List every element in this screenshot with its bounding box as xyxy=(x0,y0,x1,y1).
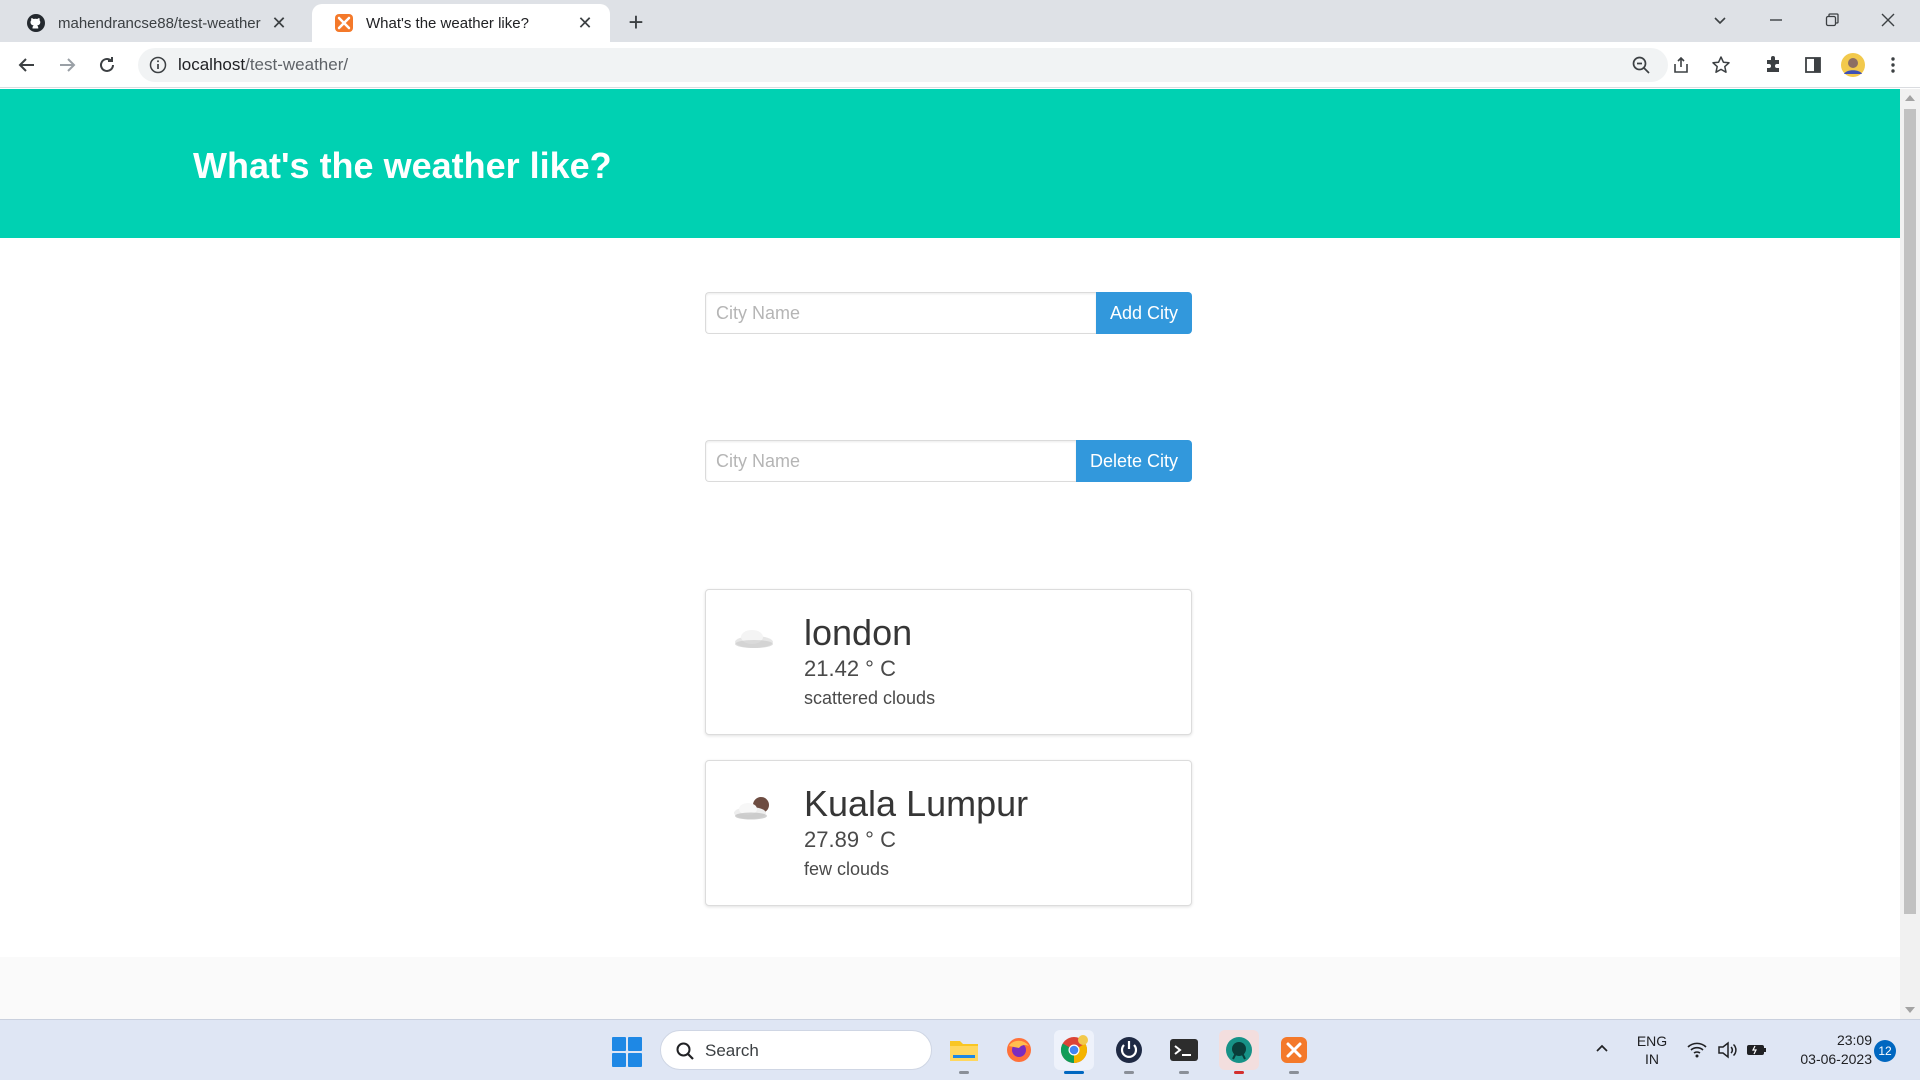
tab-strip: mahendrancse88/test-weather ✕ What's the… xyxy=(0,0,1920,42)
tab-weather[interactable]: What's the weather like? ✕ xyxy=(312,4,610,42)
address-bar[interactable]: localhost/test-weather/ xyxy=(138,48,1668,82)
url-text: localhost/test-weather/ xyxy=(178,55,348,75)
restore-icon[interactable] xyxy=(1804,0,1860,40)
tab-title: mahendrancse88/test-weather xyxy=(58,14,261,32)
volume-icon[interactable] xyxy=(1716,1039,1738,1061)
page-scrollbar[interactable] xyxy=(1900,89,1920,1019)
delete-city-form: Delete City xyxy=(705,440,1192,482)
new-tab-button[interactable]: + xyxy=(622,7,650,37)
search-icon xyxy=(675,1041,695,1061)
bookmark-star-icon[interactable] xyxy=(1708,52,1734,78)
taskbar-search[interactable]: Search xyxy=(660,1030,932,1070)
add-city-input[interactable] xyxy=(705,292,1096,334)
chrome-icon[interactable] xyxy=(1054,1030,1094,1074)
url-host: localhost xyxy=(178,55,246,74)
windows-taskbar: Search ENG IN 23:09 03-06-2023 12 xyxy=(0,1019,1920,1080)
share-icon[interactable] xyxy=(1668,52,1694,78)
delete-city-input[interactable] xyxy=(705,440,1076,482)
power-app-icon[interactable] xyxy=(1109,1030,1149,1074)
page-viewport: What's the weather like? Add City Delete… xyxy=(0,89,1900,1019)
back-arrow-icon[interactable] xyxy=(12,50,42,80)
search-label: Search xyxy=(705,1041,759,1060)
extensions-icon[interactable] xyxy=(1760,52,1786,78)
show-hidden-icons-chevron-icon[interactable] xyxy=(1592,1038,1612,1058)
language-indicator[interactable]: ENG IN xyxy=(1632,1032,1672,1068)
region-code: IN xyxy=(1645,1051,1659,1067)
xampp-icon xyxy=(334,13,354,33)
tab-github[interactable]: mahendrancse88/test-weather ✕ xyxy=(4,4,304,42)
minimize-icon[interactable] xyxy=(1748,0,1804,40)
scroll-down-arrow-icon[interactable] xyxy=(1905,1007,1915,1013)
system-clock[interactable]: 23:09 03-06-2023 xyxy=(1780,1031,1872,1069)
windows-start-icon[interactable] xyxy=(612,1037,642,1067)
city-temperature: 27.89 ° C xyxy=(804,827,896,852)
xampp-taskbar-icon[interactable] xyxy=(1274,1030,1314,1074)
firefox-icon[interactable] xyxy=(999,1030,1039,1070)
hero-header: What's the weather like? xyxy=(0,89,1900,238)
clock-time: 23:09 xyxy=(1836,1032,1872,1048)
scattered-clouds-icon xyxy=(732,620,776,656)
site-info-icon[interactable] xyxy=(148,55,168,75)
add-city-form: Add City xyxy=(705,292,1192,334)
clock-date: 03-06-2023 xyxy=(1800,1051,1872,1067)
add-city-button[interactable]: Add City xyxy=(1095,292,1192,334)
github-icon xyxy=(26,13,46,33)
language-code: ENG xyxy=(1636,1033,1668,1049)
file-explorer-icon[interactable] xyxy=(944,1030,984,1074)
zoom-icon[interactable] xyxy=(1628,52,1654,78)
tab-search-icon[interactable] xyxy=(1692,0,1748,40)
close-tab-icon[interactable]: ✕ xyxy=(574,12,596,34)
few-clouds-icon xyxy=(732,791,776,827)
wifi-icon[interactable] xyxy=(1686,1039,1708,1061)
profile-avatar[interactable] xyxy=(1840,52,1866,78)
gitkraken-icon[interactable] xyxy=(1219,1030,1259,1074)
page-title: What's the weather like? xyxy=(193,145,612,186)
weather-description: few clouds xyxy=(804,859,890,879)
delete-city-button[interactable]: Delete City xyxy=(1075,440,1192,482)
weather-description: scattered clouds xyxy=(804,688,936,708)
city-temperature: 21.42 ° C xyxy=(804,656,896,681)
terminal-icon[interactable] xyxy=(1164,1030,1204,1074)
scrollbar-thumb[interactable] xyxy=(1904,109,1916,914)
page-footer xyxy=(0,957,1900,1019)
weather-card: london 21.42 ° C scattered clouds xyxy=(705,589,1192,735)
close-window-icon[interactable] xyxy=(1860,0,1916,40)
notification-count-badge[interactable]: 12 xyxy=(1874,1040,1896,1062)
reload-icon[interactable] xyxy=(92,50,122,80)
city-name: london xyxy=(804,612,913,653)
tab-title: What's the weather like? xyxy=(366,14,529,32)
side-panel-icon[interactable] xyxy=(1800,52,1826,78)
weather-card: Kuala Lumpur 27.89 ° C few clouds xyxy=(705,760,1192,906)
browser-menu-icon[interactable] xyxy=(1880,52,1906,78)
browser-toolbar: localhost/test-weather/ xyxy=(0,42,1920,88)
forward-arrow-icon[interactable] xyxy=(52,50,82,80)
battery-icon[interactable] xyxy=(1746,1039,1768,1061)
close-tab-icon[interactable]: ✕ xyxy=(268,12,290,34)
url-path: /test-weather/ xyxy=(245,55,349,74)
city-name: Kuala Lumpur xyxy=(804,783,1029,824)
scroll-up-arrow-icon[interactable] xyxy=(1905,95,1915,101)
